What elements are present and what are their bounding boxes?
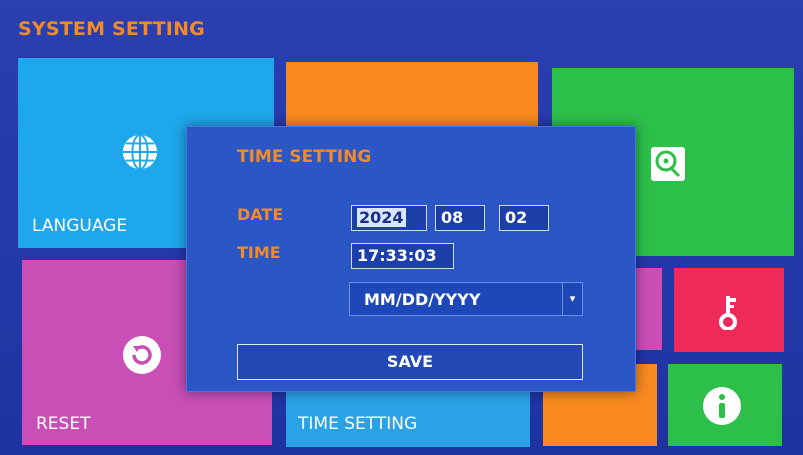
month-field[interactable]: 08 xyxy=(435,205,485,231)
time-field[interactable]: 17:33:03 xyxy=(351,243,454,269)
date-format-value: MM/DD/YYYY xyxy=(364,290,481,309)
date-format-select[interactable]: MM/DD/YYYY ▾ xyxy=(349,282,583,316)
globe-icon xyxy=(122,133,158,171)
time-label: TIME xyxy=(237,243,281,262)
tile-info[interactable] xyxy=(668,364,782,446)
dialog-title: TIME SETTING xyxy=(237,147,372,167)
year-value: 2024 xyxy=(357,208,406,227)
year-field[interactable]: 2024 xyxy=(351,205,427,231)
save-button[interactable]: SAVE xyxy=(237,344,583,380)
hard-drive-icon xyxy=(651,147,685,181)
key-icon xyxy=(719,296,737,330)
tile-reset-label: RESET xyxy=(36,414,91,434)
reset-icon xyxy=(123,336,161,374)
time-setting-dialog: TIME SETTING DATE 2024 08 02 TIME 17:33:… xyxy=(186,126,636,392)
tile-time-setting[interactable]: TIME SETTING xyxy=(286,392,530,447)
tile-password[interactable] xyxy=(674,268,784,352)
tile-language-label: LANGUAGE xyxy=(32,216,128,236)
info-icon xyxy=(703,387,741,425)
day-field[interactable]: 02 xyxy=(499,205,549,231)
tile-time-setting-label: TIME SETTING xyxy=(298,414,418,434)
date-label: DATE xyxy=(237,205,284,224)
chevron-down-icon[interactable]: ▾ xyxy=(562,283,582,315)
screen-title: SYSTEM SETTING xyxy=(18,18,205,40)
